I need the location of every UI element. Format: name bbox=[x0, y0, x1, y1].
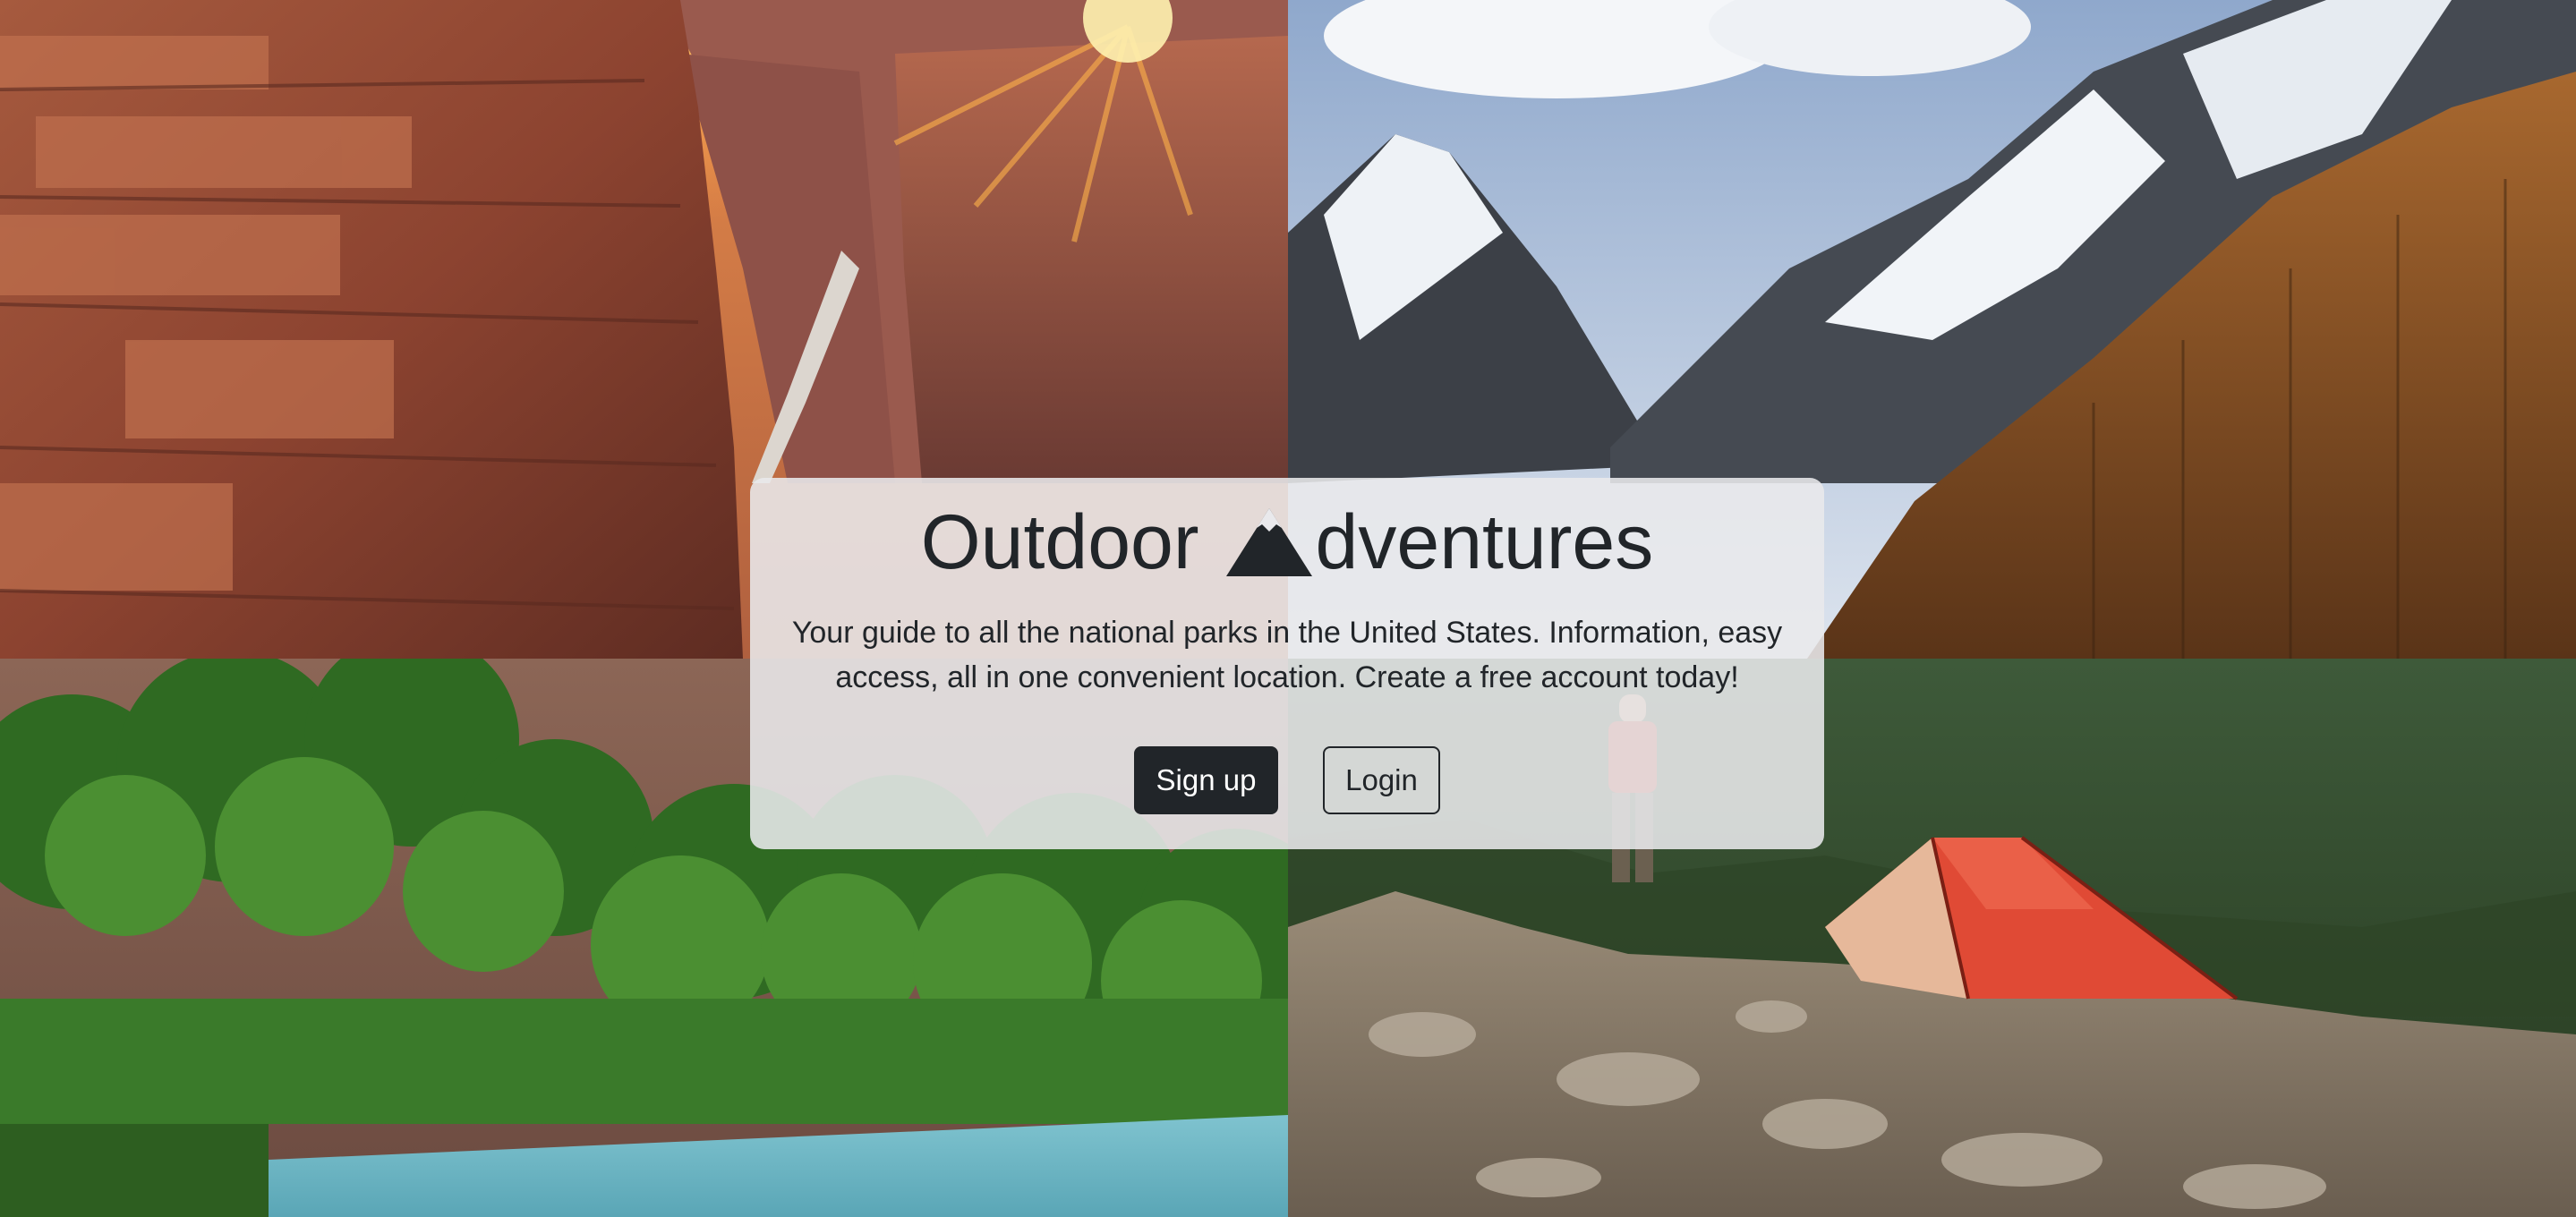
hero-description: Your guide to all the national parks in … bbox=[791, 616, 1783, 694]
mountain-icon bbox=[1223, 505, 1316, 580]
title-text-before: Outdoor bbox=[920, 499, 1199, 585]
page-title: Outdoor dventures bbox=[750, 498, 1824, 587]
auth-buttons: Sign up Login bbox=[750, 746, 1824, 814]
hero-panel: Outdoor dventures Your guide to all the … bbox=[750, 478, 1824, 849]
signup-button[interactable]: Sign up bbox=[1134, 746, 1278, 814]
title-text-after: dventures bbox=[1315, 499, 1654, 585]
login-button[interactable]: Login bbox=[1323, 746, 1440, 814]
